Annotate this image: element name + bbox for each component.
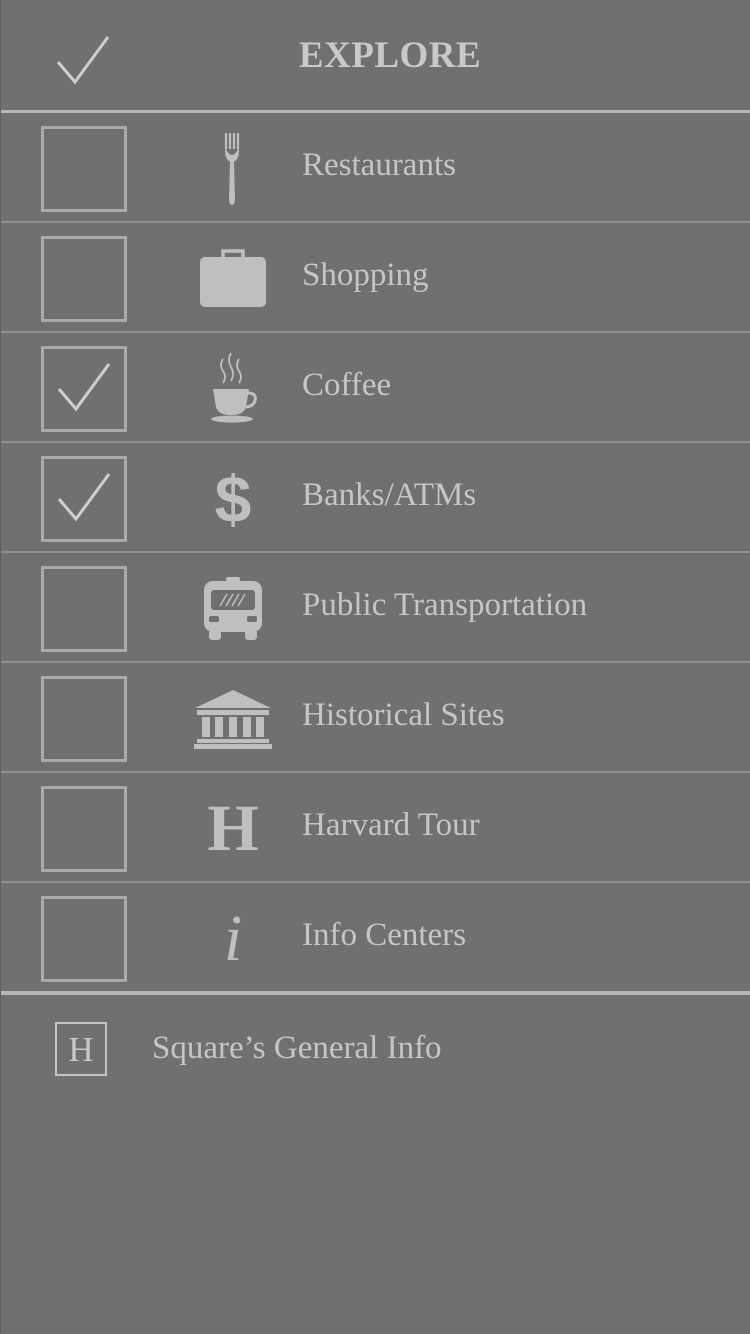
header: EXPLORE	[1, 0, 750, 113]
columns-building-icon	[191, 679, 275, 759]
general-info-label: Square’s General Info	[152, 1030, 442, 1066]
general-info-link[interactable]: H Square’s General Info	[1, 1005, 750, 1095]
category-row-public-transportation[interactable]: Public Transportation	[1, 553, 750, 663]
category-row-coffee[interactable]: Coffee	[1, 333, 750, 443]
category-label: Banks/ATMs	[302, 477, 477, 513]
coffee-cup-icon	[191, 349, 275, 429]
checkmark-icon	[57, 473, 111, 522]
category-checkbox[interactable]	[41, 566, 127, 652]
category-label: Shopping	[302, 257, 429, 293]
category-checkbox[interactable]	[41, 786, 127, 872]
category-label: Public Transportation	[302, 587, 588, 623]
category-checkbox[interactable]	[41, 126, 127, 212]
category-label: Coffee	[302, 367, 392, 403]
category-checkbox[interactable]	[41, 236, 127, 322]
bus-icon	[191, 569, 275, 649]
fork-icon	[191, 129, 275, 209]
category-label: Restaurants	[302, 147, 456, 183]
category-row-restaurants[interactable]: Restaurants	[1, 113, 750, 223]
briefcase-icon	[191, 239, 275, 319]
dollar-sign-icon: $	[214, 462, 252, 536]
category-label: Historical Sites	[302, 697, 505, 733]
harvard-square-badge-icon: H	[55, 1022, 107, 1076]
checkmark-icon	[57, 363, 111, 412]
info-i-icon: i	[223, 902, 243, 975]
list-divider	[1, 991, 750, 995]
category-label: Info Centers	[302, 917, 467, 953]
category-checkbox[interactable]	[41, 676, 127, 762]
category-label: Harvard Tour	[302, 807, 480, 843]
page-title: EXPLORE	[298, 35, 482, 76]
letter-h-icon: H	[207, 792, 259, 865]
category-row-historical-sites[interactable]: Historical Sites	[1, 663, 750, 773]
category-checkbox[interactable]	[41, 346, 127, 432]
explore-screen: EXPLORE Restaurants Shopping Coffee $ Ba…	[0, 0, 750, 1334]
category-row-harvard-tour[interactable]: H Harvard Tour	[1, 773, 750, 883]
category-row-banks-atms[interactable]: $ Banks/ATMs	[1, 443, 750, 553]
category-list: Restaurants Shopping Coffee $ Banks/ATMs…	[1, 113, 750, 993]
category-checkbox[interactable]	[41, 456, 127, 542]
category-row-info-centers[interactable]: i Info Centers	[1, 883, 750, 993]
category-row-shopping[interactable]: Shopping	[1, 223, 750, 333]
category-checkbox[interactable]	[41, 896, 127, 982]
